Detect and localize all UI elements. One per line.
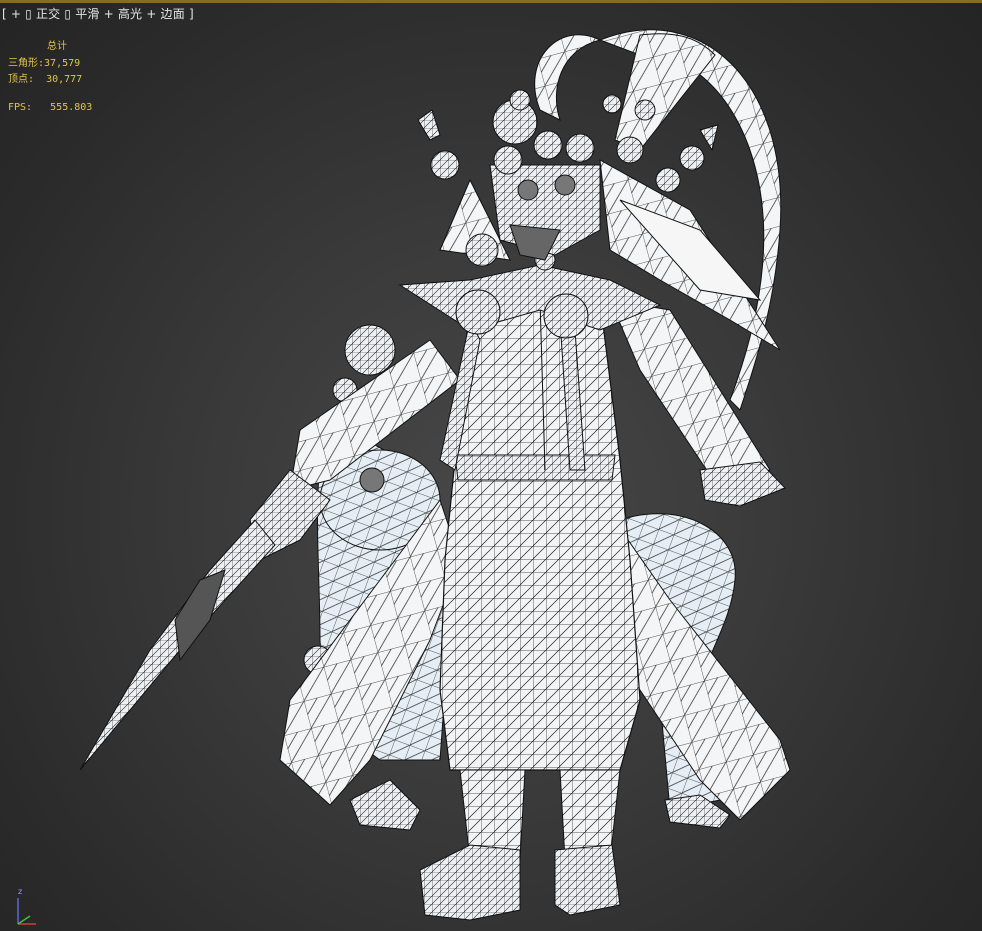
y-axis-line [17,915,31,925]
robe-torso [439,299,641,771]
wireframe-character-model[interactable] [0,0,982,931]
viewport-3d[interactable]: [+ ▯ 正交 ▯ 平滑 + 高光 + 边面] 总计 三角形:37,579 顶点: 30,777… [0,0,982,931]
axis-gizmo: z [17,887,36,925]
z-axis-label: z [18,887,22,896]
legs-boots [419,769,621,921]
